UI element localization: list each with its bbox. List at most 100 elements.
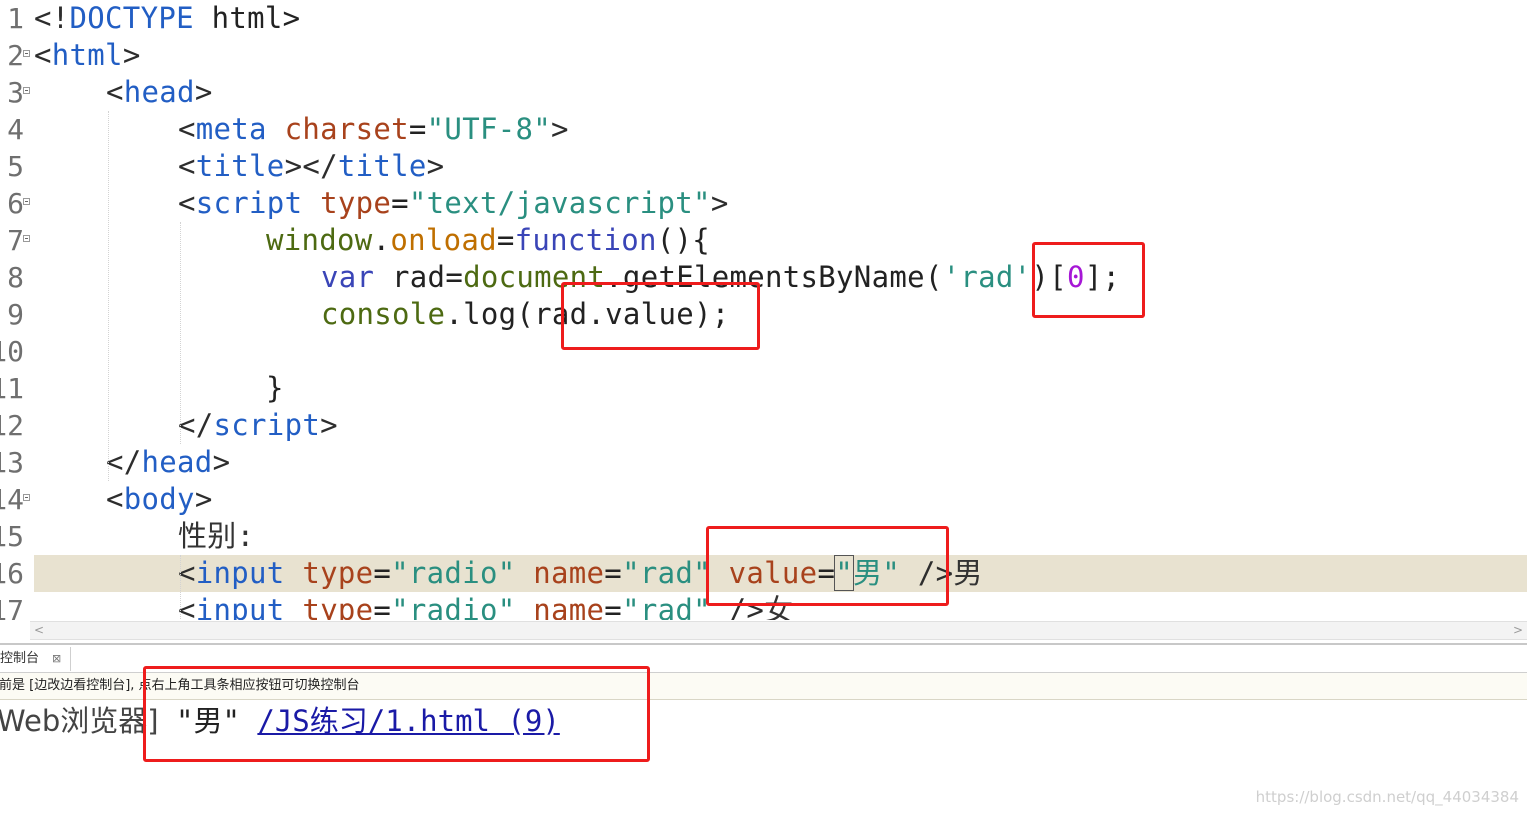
line-number: 13 (0, 446, 24, 479)
code-token: = (391, 186, 409, 220)
code-token: > (426, 149, 445, 183)
horizontal-scrollbar[interactable]: < > (30, 621, 1527, 640)
fold-toggle-icon[interactable] (23, 235, 30, 242)
code-token: input (195, 593, 285, 620)
code-token: name (533, 556, 605, 590)
fold-toggle-icon[interactable] (23, 494, 30, 501)
fold-toggle-icon[interactable] (23, 198, 30, 205)
code-token: console (321, 297, 446, 331)
code-line[interactable]: 10 (0, 333, 1527, 370)
code-token: > (212, 445, 231, 479)
code-token: )[ (1031, 260, 1067, 294)
code-token: 'rad' (942, 260, 1032, 294)
code-token: </ (178, 408, 214, 442)
code-text: <input type="radio" name="rad" value="男"… (178, 555, 983, 592)
code-token: (){ (656, 223, 711, 257)
code-line[interactable]: 17 <input type="radio" name="rad" />女 (0, 592, 1527, 620)
code-token: script (195, 186, 303, 220)
code-token: document (463, 260, 606, 294)
code-line[interactable]: 5 <title></title> (0, 148, 1527, 185)
code-line[interactable]: 13 </head> (0, 444, 1527, 481)
code-token: ]; (1084, 260, 1121, 294)
code-text: </head> (106, 444, 230, 481)
code-token: type (320, 186, 392, 220)
code-line[interactable]: 8 var rad=document.getElementsByName('rad… (0, 259, 1527, 296)
code-text: window.onload=function(){ (266, 222, 710, 259)
code-token: head (123, 75, 195, 109)
code-token: function (514, 223, 657, 257)
code-token: .log(rad.value); (445, 297, 730, 331)
code-token: var (321, 260, 375, 294)
fold-toggle-icon[interactable] (23, 50, 30, 57)
code-token: /> (728, 593, 765, 620)
line-number: 14 (0, 483, 24, 516)
code-line[interactable]: 1 <!DOCTYPE html> (0, 0, 1527, 37)
scroll-left-arrow-icon[interactable]: < (34, 622, 44, 639)
code-text: <meta charset="UTF-8"> (178, 111, 569, 148)
code-text: <script type="text/javascript"> (178, 185, 729, 222)
code-line[interactable]: 4 <meta charset="UTF-8"> (0, 111, 1527, 148)
scroll-right-arrow-icon[interactable]: > (1513, 622, 1523, 639)
line-number: 15 (0, 520, 24, 553)
code-token: meta (195, 112, 267, 146)
code-line[interactable]: 2 <html> (0, 37, 1527, 74)
code-token: "rad" (622, 556, 711, 590)
code-token: 性别: (178, 519, 255, 553)
code-token: > (551, 112, 569, 146)
line-number: 12 (0, 409, 24, 442)
code-line[interactable]: 15 性别: (0, 518, 1527, 555)
code-line[interactable]: 6 <script type="text/javascript"> (0, 185, 1527, 222)
code-token: 男" (852, 556, 901, 590)
code-token: rad= (374, 260, 464, 294)
code-line[interactable]: 9 console.log(rad.value); (0, 296, 1527, 333)
code-line[interactable]: 3 <head> (0, 74, 1527, 111)
code-token: < (106, 75, 124, 109)
code-token: head (141, 445, 213, 479)
line-number: 16 (0, 557, 24, 590)
code-text: </script> (178, 407, 338, 444)
code-text: <head> (106, 74, 213, 111)
fold-toggle-icon[interactable] (23, 87, 30, 94)
line-number: 1 (7, 2, 24, 35)
line-number: 8 (7, 261, 24, 294)
code-token: type (302, 556, 374, 590)
tab-console[interactable]: 控制台 ⊠ (0, 647, 71, 671)
code-line[interactable]: 16<input type="radio" name="rad" value="… (0, 555, 1527, 592)
line-number: 9 (7, 298, 24, 331)
console-log-link[interactable]: /JS练习/1.html (9) (257, 704, 559, 738)
code-line[interactable]: 11} (0, 370, 1527, 407)
code-editor[interactable]: 1 <!DOCTYPE html> 2 <html> 3 <head> 4 <meta cha… (0, 0, 1527, 620)
code-token: "radio" (391, 593, 516, 620)
code-token: charset (284, 112, 409, 146)
code-token: 0 (1066, 260, 1085, 294)
code-token: input (195, 556, 285, 590)
code-text: <html> (34, 37, 141, 74)
code-token: < (178, 186, 196, 220)
code-token: = (817, 556, 836, 590)
code-line[interactable]: 12 </script> (0, 407, 1527, 444)
code-token: body (123, 482, 195, 516)
console-log-entry: Web浏览器] "男" /JS练习/1.html (9) (0, 700, 560, 742)
code-line[interactable]: 7 window.onload=function(){ (0, 222, 1527, 259)
close-icon[interactable]: ⊠ (52, 647, 61, 671)
line-number: 10 (0, 335, 24, 368)
code-token: html> (193, 1, 301, 35)
console-info-bar: 前是 [边改边看控制台], 点右上角工具条相应按钮可切换控制台 (0, 673, 1527, 700)
code-token: onload (390, 223, 497, 257)
code-text: <!DOCTYPE html> (34, 0, 300, 37)
code-token: "rad" (622, 593, 711, 620)
code-text: 性别: (178, 518, 254, 555)
indent-guide (108, 111, 109, 481)
code-token: "text/javascript" (408, 186, 711, 220)
code-text: console.log(rad.value); (321, 296, 729, 333)
code-line[interactable]: 14 <body> (0, 481, 1527, 518)
indent-guide (180, 555, 181, 620)
code-token: < (178, 112, 196, 146)
code-token: = (604, 593, 623, 620)
code-text: var rad=document.getElementsByName('rad'… (321, 259, 1120, 296)
